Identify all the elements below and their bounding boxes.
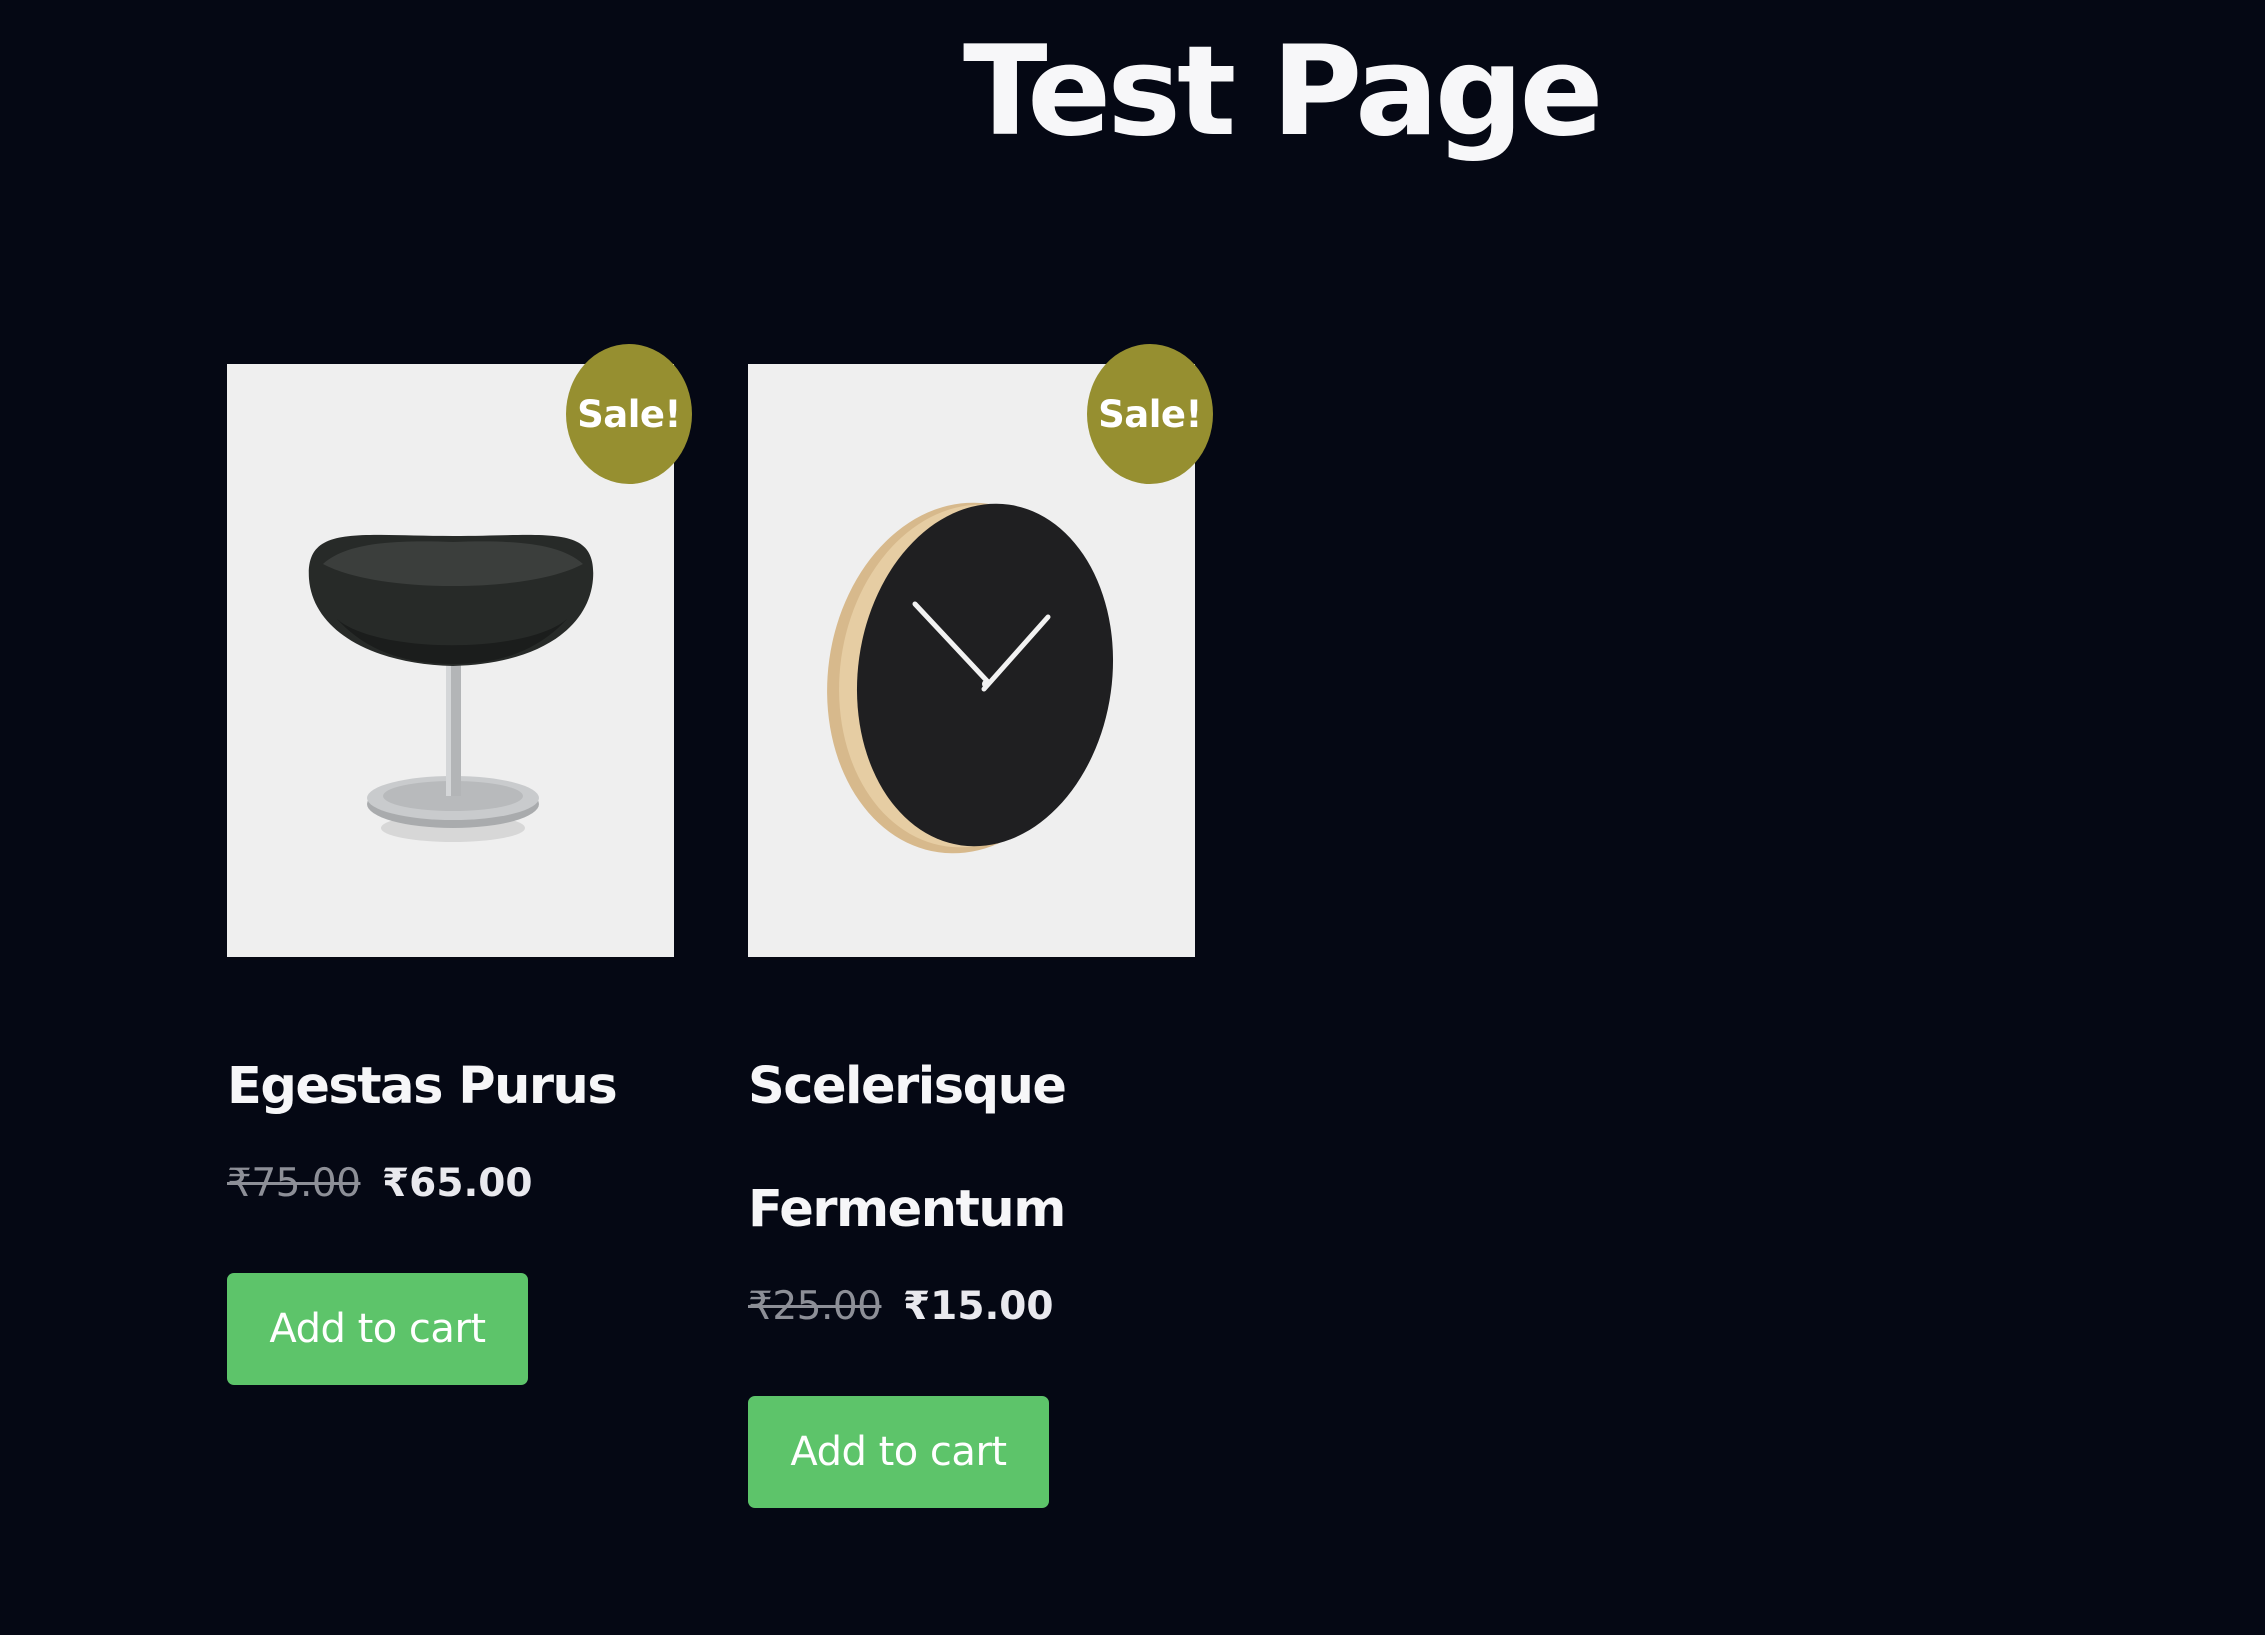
- page-title: Test Page: [963, 20, 1604, 164]
- regular-price: ₹25.00: [748, 1284, 882, 1329]
- sale-price: ₹65.00: [382, 1161, 533, 1206]
- product-card: Sale! Scelerisque Fermentum ₹25.00 ₹15.0…: [748, 344, 1213, 1508]
- regular-price: ₹75.00: [227, 1161, 361, 1206]
- product-price: ₹75.00 ₹65.00: [227, 1154, 674, 1214]
- add-to-cart-button[interactable]: Add to cart: [227, 1273, 528, 1385]
- product-title[interactable]: Egestas Purus: [227, 1025, 647, 1148]
- product-price: ₹25.00 ₹15.00: [748, 1277, 1195, 1337]
- product-title[interactable]: Scelerisque Fermentum: [748, 1025, 1168, 1271]
- sale-badge: Sale!: [566, 344, 692, 484]
- sale-price: ₹15.00: [903, 1284, 1054, 1329]
- sale-badge: Sale!: [1087, 344, 1213, 484]
- product-card: Sale! Egestas Purus ₹75.00 ₹65.00 Add to…: [227, 344, 692, 1385]
- product-image-link[interactable]: Sale!: [748, 344, 1213, 957]
- add-to-cart-button[interactable]: Add to cart: [748, 1396, 1049, 1508]
- product-image-link[interactable]: Sale!: [227, 344, 692, 957]
